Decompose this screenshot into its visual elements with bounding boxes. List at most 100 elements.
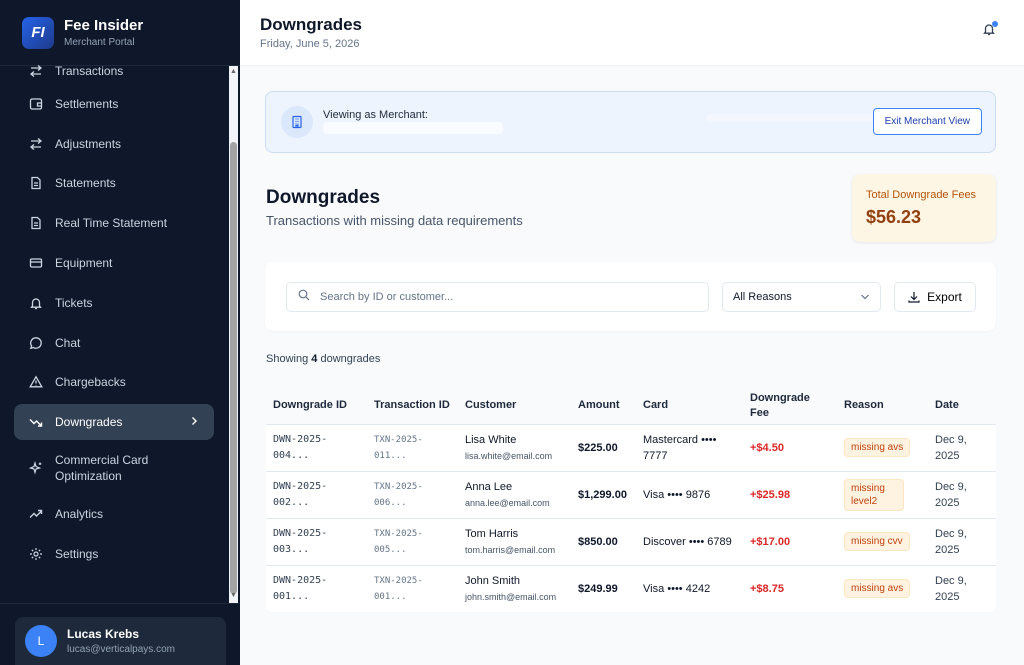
brand-subtitle: Merchant Portal	[64, 37, 135, 48]
scrollbar-thumb[interactable]	[230, 142, 237, 594]
header-title: Downgrades	[260, 15, 363, 34]
customer-name: Lisa White	[465, 433, 517, 446]
sidebar-scrollbar[interactable]: ▲ ▼	[229, 66, 238, 604]
customer-name: Anna Lee	[465, 480, 513, 493]
sidebar-item-adjustments[interactable]: Adjustments	[0, 124, 228, 164]
column-header[interactable]: Downgrade Fee	[743, 388, 837, 424]
sidebar-item-transactions[interactable]: Transactions	[0, 58, 228, 84]
transaction-id: TXN-2025-006...	[367, 470, 458, 518]
banner-text: Viewing as Merchant:	[323, 109, 428, 121]
customer-email: john.smith@email.com	[465, 591, 557, 602]
downgrade-id: DWN-2025-003...	[266, 517, 367, 565]
transaction-id: TXN-2025-011...	[367, 423, 458, 471]
downgrade-fee: +$25.98	[743, 470, 837, 518]
sidebar-item-equipment[interactable]: Equipment	[0, 243, 228, 283]
user-name: Lucas Krebs	[67, 627, 140, 641]
download-icon	[908, 292, 920, 303]
customer: Lisa White lisa.white@email.com	[458, 423, 571, 471]
amount: $249.99	[571, 564, 636, 612]
brand-title: Fee Insider	[64, 17, 144, 34]
fees-label: Total Downgrade Fees	[866, 189, 977, 201]
sidebar-item-label: Statements	[55, 176, 116, 191]
downgrade-id: DWN-2025-004...	[266, 423, 367, 471]
results-count: Showing 4 downgrades	[266, 353, 380, 365]
customer-name: John Smith	[465, 574, 521, 587]
chevron-down-icon	[860, 291, 870, 303]
sidebar-item-settlements[interactable]: Settlements	[0, 84, 228, 124]
sidebar-item-real-time-statement[interactable]: Real Time Statement	[0, 203, 228, 243]
search-box[interactable]	[286, 282, 709, 312]
column-header[interactable]: Reason	[837, 388, 928, 424]
transaction-id: TXN-2025-005...	[367, 517, 458, 565]
table-row[interactable]: DWN-2025-001... TXN-2025-001... John Smi…	[266, 564, 996, 612]
logo: FI	[22, 16, 54, 49]
sidebar-item-label: Tickets	[55, 295, 93, 310]
downgrade-fee: +$17.00	[743, 517, 837, 565]
amount: $1,299.00	[571, 470, 636, 518]
sidebar-item-label: Analytics	[55, 507, 104, 522]
table-row[interactable]: DWN-2025-004... TXN-2025-011... Lisa Whi…	[266, 423, 996, 471]
trend-down-icon	[28, 414, 44, 430]
downgrade-fee: +$8.75	[743, 564, 837, 612]
sidebar-item-label: Chat	[55, 335, 81, 350]
reason-badge: missing avs	[844, 579, 911, 599]
sidebar-item-label: Chargebacks	[55, 375, 126, 390]
total-downgrade-fees-card: Total Downgrade Fees $56.23	[852, 174, 996, 242]
column-header[interactable]: Downgrade ID	[266, 388, 367, 424]
showing-count: 4	[311, 353, 318, 365]
customer: Tom Harris tom.harris@email.com	[458, 517, 571, 565]
sidebar-item-statements[interactable]: Statements	[0, 164, 228, 204]
column-header[interactable]: Date	[928, 388, 996, 424]
table-row[interactable]: DWN-2025-002... TXN-2025-006... Anna Lee…	[266, 470, 996, 518]
column-header[interactable]: Card	[636, 388, 743, 424]
showing-prefix: Showing	[266, 353, 309, 365]
scroll-up-arrow-icon[interactable]: ▲	[230, 68, 237, 75]
column-header[interactable]: Transaction ID	[367, 388, 458, 424]
sidebar-item-chargebacks[interactable]: Chargebacks	[0, 363, 228, 403]
sidebar-item-label: Settings	[55, 547, 99, 562]
fees-value: $56.23	[866, 207, 922, 227]
redacted-merchant-name	[706, 114, 886, 122]
sidebar-item-label: Commercial Card Optimization	[55, 453, 149, 484]
downgrade-id: DWN-2025-002...	[266, 470, 367, 518]
user-email: lucas@verticalpays.com	[67, 644, 175, 655]
customer-email: anna.lee@email.com	[465, 497, 550, 508]
sidebar-item-analytics[interactable]: Analytics	[0, 494, 228, 534]
building-icon	[281, 106, 313, 138]
wallet-icon	[28, 96, 44, 112]
divider	[0, 603, 240, 604]
sparkle-icon	[28, 460, 44, 476]
user-profile[interactable]: L Lucas Krebs lucas@verticalpays.com	[15, 617, 226, 665]
sidebar-item-label: Transactions	[55, 64, 124, 78]
date: Dec 9, 2025	[928, 423, 996, 471]
sidebar-item-downgrades[interactable]: Downgrades	[14, 404, 214, 441]
search-icon	[298, 288, 310, 306]
date: Dec 9, 2025	[928, 564, 996, 612]
date: Dec 9, 2025	[928, 470, 996, 518]
sidebar-item-chat[interactable]: Chat	[0, 323, 228, 363]
scroll-down-arrow-icon[interactable]: ▼	[230, 592, 237, 599]
customer: John Smith john.smith@email.com	[458, 564, 571, 612]
sidebar-item-commercial-card-optimization[interactable]: Commercial Card Optimization	[0, 442, 228, 494]
export-button[interactable]: Export	[894, 282, 976, 312]
table-row[interactable]: DWN-2025-003... TXN-2025-005... Tom Harr…	[266, 517, 996, 565]
notifications-bell-icon[interactable]	[982, 21, 998, 41]
reason-select[interactable]: All Reasons	[722, 282, 881, 312]
sidebar-item-tickets[interactable]: Tickets	[0, 283, 228, 323]
bell-icon	[28, 295, 44, 311]
exit-merchant-view-button[interactable]: Exit Merchant View	[872, 108, 982, 135]
customer-name: Tom Harris	[465, 527, 519, 540]
sidebar-item-label: Adjustments	[55, 136, 122, 151]
search-input[interactable]	[320, 291, 700, 303]
showing-suffix: downgrades	[320, 353, 381, 365]
column-header[interactable]: Amount	[571, 388, 636, 424]
amount: $225.00	[571, 423, 636, 471]
merchant-view-banner: Viewing as Merchant: Exit Merchant View	[265, 91, 996, 153]
table-header-row: Downgrade ID Transaction ID Customer Amo…	[266, 388, 996, 424]
brand[interactable]: FI Fee Insider Merchant Portal	[0, 0, 240, 66]
arrows-icon	[28, 63, 44, 79]
sidebar-item-settings[interactable]: Settings	[0, 534, 228, 574]
column-header[interactable]: Customer	[458, 388, 571, 424]
reason-badge: missing avs	[844, 438, 911, 457]
sidebar-item-label: Settlements	[55, 96, 119, 111]
